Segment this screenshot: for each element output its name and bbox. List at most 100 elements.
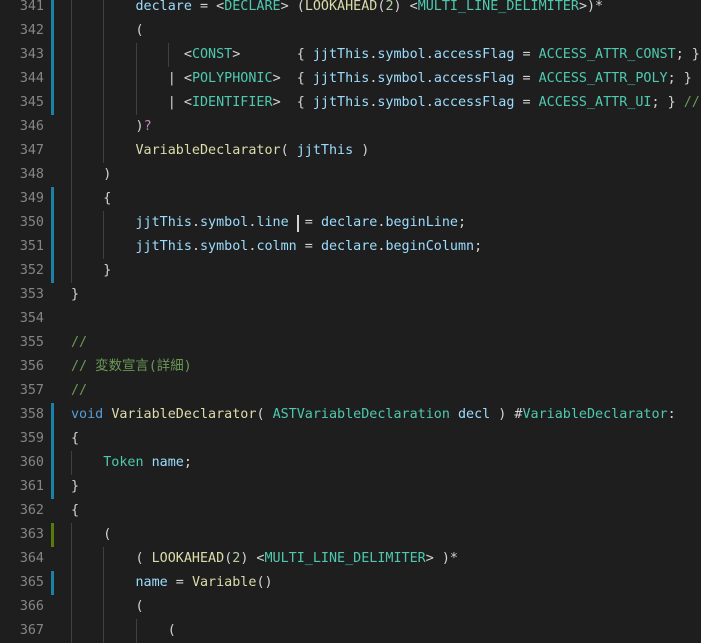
code-line[interactable]: 347 VariableDeclarator( jjtThis )	[0, 139, 701, 163]
code-text: }	[71, 259, 111, 283]
gutter	[51, 595, 54, 619]
indent-guide	[71, 595, 72, 619]
code-line[interactable]: 361}	[0, 475, 701, 499]
code-editor[interactable]: 341 declare = <DECLARE> (LOOKAHEAD(2) <M…	[0, 0, 701, 643]
gutter-modified-marker	[51, 91, 54, 115]
code-line[interactable]: 365 name = Variable()	[0, 571, 701, 595]
gutter-modified-marker	[51, 0, 54, 19]
code-line[interactable]: 349 {	[0, 187, 701, 211]
line-number: 362	[19, 503, 44, 518]
code-line[interactable]: 366 (	[0, 595, 701, 619]
code-token: (	[71, 527, 112, 542]
code-line[interactable]: 348 )	[0, 163, 701, 187]
indent-guide	[103, 43, 105, 67]
code-line[interactable]: 354	[0, 307, 701, 331]
indent-guide	[103, 115, 105, 139]
code-line[interactable]: 344 | <POLYPHONIC> { jjtThis.symbol.acce…	[0, 67, 701, 91]
code-token: .	[425, 71, 434, 86]
indent-guide	[71, 547, 72, 571]
code-line[interactable]: 353}	[0, 283, 701, 307]
code-token: jjtThis	[135, 215, 192, 230]
line-number: 356	[19, 359, 44, 374]
code-line[interactable]: 364 ( LOOKAHEAD(2) <MULTI_LINE_DELIMITER…	[0, 547, 701, 571]
code-token: //	[71, 383, 88, 398]
gutter-modified-marker	[51, 211, 54, 235]
code-token: 2	[385, 0, 394, 14]
code-line[interactable]: 352 }	[0, 259, 701, 283]
code-line[interactable]: 363 (	[0, 523, 701, 547]
indent-guide	[103, 235, 105, 259]
gutter-modified-marker	[51, 475, 54, 499]
code-token: .	[425, 95, 434, 110]
code-token: ACCESS_ATTR_POLY	[538, 71, 668, 86]
code-text: name = Variable()	[71, 571, 273, 595]
indent-guide	[71, 619, 72, 643]
code-token: =	[514, 47, 539, 62]
code-token: > )*	[425, 551, 458, 566]
code-token: (	[71, 551, 152, 566]
indent-guide	[135, 67, 137, 91]
code-text: declare = <DECLARE> (LOOKAHEAD(2) <MULTI…	[71, 0, 604, 19]
code-line[interactable]: 350 jjtThis.symbol.line = declare.beginL…	[0, 211, 701, 235]
indent-guide	[135, 91, 137, 115]
line-number: 351	[19, 239, 44, 254]
line-number: 358	[19, 407, 44, 422]
code-token: POLYPHONIC	[191, 71, 273, 86]
code-token: =	[514, 95, 539, 110]
code-line[interactable]: 358 void VariableDeclarator( ASTVariableD…	[0, 403, 701, 427]
code-token: accessFlag	[433, 71, 515, 86]
code-line[interactable]: 342 (	[0, 19, 701, 43]
code-text: <CONST> { jjtThis.symbol.accessFlag = AC…	[71, 43, 700, 67]
code-text: )?	[71, 115, 151, 139]
code-token: )	[71, 119, 144, 134]
code-line[interactable]: 343 <CONST> { jjtThis.symbol.accessFlag …	[0, 43, 701, 67]
code-token: symbol	[377, 95, 426, 110]
code-token: <	[71, 47, 192, 62]
code-token: ; }	[667, 71, 692, 86]
code-token: jjtThis	[135, 239, 192, 254]
code-token: MULTI_LINE_DELIMITER	[264, 551, 426, 566]
indent-guide	[71, 43, 72, 67]
line-number: 344	[19, 71, 44, 86]
code-token: ;	[183, 455, 192, 470]
code-line[interactable]: 341 declare = <DECLARE> (LOOKAHEAD(2) <M…	[0, 0, 701, 19]
code-token: void	[71, 407, 104, 422]
code-token: (	[71, 599, 144, 614]
code-text: // 変数宣言(詳細)	[71, 355, 192, 379]
code-line[interactable]: 351 jjtThis.symbol.colmn = declare.begin…	[0, 235, 701, 259]
gutter-modified-marker	[51, 571, 54, 595]
code-line[interactable]: 360 Token name;	[0, 451, 701, 475]
code-token: (	[71, 23, 144, 38]
code-line[interactable]: 357 //	[0, 379, 701, 403]
indent-guide	[103, 211, 105, 235]
code-token: ) #	[490, 407, 523, 422]
indent-guide	[71, 211, 72, 235]
code-token: )	[71, 167, 112, 182]
code-line[interactable]: 346 )?	[0, 115, 701, 139]
code-text: (	[71, 595, 144, 619]
gutter-added-marker	[51, 523, 54, 547]
code-text: }	[71, 283, 79, 307]
code-token: > {	[232, 47, 313, 62]
indent-guide	[103, 139, 105, 163]
code-token: (	[71, 623, 176, 638]
code-token: ;	[474, 239, 483, 254]
line-number: 342	[19, 23, 44, 38]
code-line[interactable]: 362 {	[0, 499, 701, 523]
code-line[interactable]: 355 //	[0, 331, 701, 355]
code-token: decl	[458, 407, 491, 422]
code-token: VariableDeclarator	[135, 143, 281, 158]
code-line[interactable]: 367 (	[0, 619, 701, 643]
code-text: jjtThis.symbol.colmn = declare.beginColu…	[71, 235, 483, 259]
code-token: name	[135, 575, 168, 590]
line-number: 365	[19, 575, 44, 590]
code-line[interactable]: 345 | <IDENTIFIER> { jjtThis.symbol.acce…	[0, 91, 701, 115]
code-line[interactable]: 356 // 変数宣言(詳細)	[0, 355, 701, 379]
text-cursor	[296, 215, 299, 232]
code-text: (	[71, 619, 176, 643]
code-line[interactable]: 359 {	[0, 427, 701, 451]
line-number: 346	[19, 119, 44, 134]
gutter-modified-marker	[51, 43, 54, 67]
